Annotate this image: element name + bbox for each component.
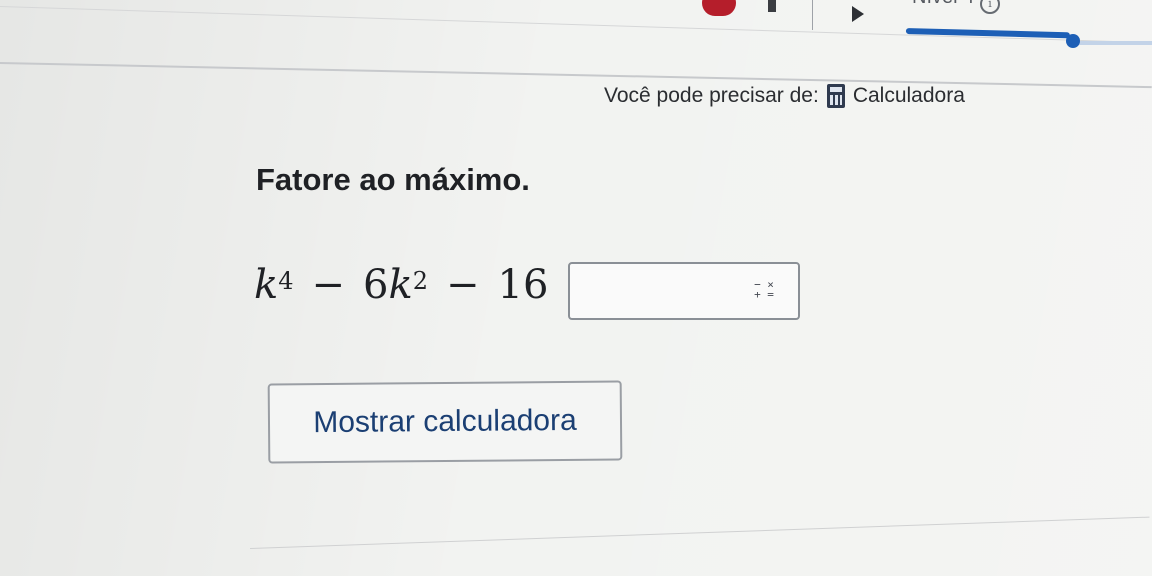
question-prompt: Fatore ao máximo.: [256, 162, 530, 197]
toolbar-separator: [812, 0, 813, 30]
keypad-bottom-symbols: + =: [754, 288, 774, 301]
header-divider: [0, 62, 1152, 89]
equation-minus-1: −: [311, 262, 346, 308]
equation-minus-2: −: [446, 262, 480, 308]
equation-var-k: k: [254, 262, 279, 308]
equation-var-k2: k: [388, 262, 413, 308]
calculator-icon: [826, 84, 845, 108]
top-edge-line: [0, 6, 1152, 44]
equation-constant: 16: [497, 262, 549, 308]
tool-hint: Você pode precisar de: Calculadora: [604, 84, 965, 108]
level-marker: [768, 0, 776, 12]
tool-hint-text: Você pode precisar de:: [604, 84, 819, 107]
level-label: Nível 4: [912, 0, 974, 9]
info-icon[interactable]: i: [980, 0, 1000, 14]
footer-divider: [250, 516, 1150, 549]
equation: k4 − 6k2 − 16 =: [254, 262, 600, 308]
play-icon[interactable]: [852, 6, 864, 22]
top-bar: Nível 4 i: [0, 0, 1152, 89]
equation-coef-6: 6: [363, 262, 389, 308]
math-keypad-icon[interactable]: − × + =: [750, 279, 778, 302]
progress-track: [1070, 41, 1152, 45]
equation-exponent-4: 4: [278, 267, 294, 295]
red-status-pill: [702, 0, 736, 16]
calculator-link[interactable]: Calculadora: [853, 84, 965, 108]
equation-exponent-2: 2: [412, 267, 429, 295]
show-calculator-button[interactable]: Mostrar calculadora: [267, 380, 623, 464]
progress-knob: [1066, 34, 1080, 48]
